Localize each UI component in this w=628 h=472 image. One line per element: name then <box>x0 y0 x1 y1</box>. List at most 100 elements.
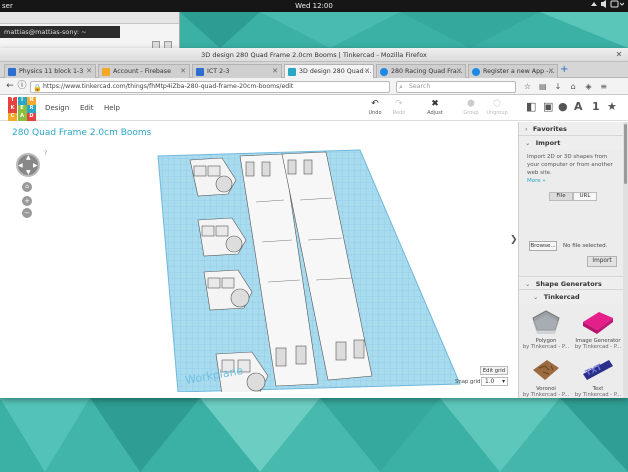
info-icon[interactable]: ⓘ <box>16 81 28 92</box>
tinkercad-logo[interactable]: T I N K E R C A D <box>8 97 36 121</box>
tab-label: Register a new App -... <box>483 68 555 75</box>
tab-register-app[interactable]: Register a new App -... ✕ <box>468 64 558 78</box>
favorites-header[interactable]: › Favorites <box>519 122 628 136</box>
number-icon[interactable]: 1 <box>592 100 600 114</box>
tab-physics[interactable]: Physics 11 block 1-3 ✕ <box>4 64 96 78</box>
snap-grid-select[interactable]: 1.0 ▾ <box>481 377 508 386</box>
system-status-icons <box>591 0 625 8</box>
close-window-icon[interactable]: ✕ <box>614 50 624 60</box>
panel-scrollbar[interactable] <box>623 122 628 398</box>
view-navigation-control[interactable]: ▲ ▼ ◀ ▶ <box>16 153 40 177</box>
chevron-down-icon: ⌄ <box>525 280 531 288</box>
help-icon[interactable]: ? <box>44 150 47 157</box>
back-icon[interactable]: ← <box>4 81 16 92</box>
ungroup-icon: ⬡ <box>493 99 501 109</box>
sidebar-toggle[interactable]: ❯ <box>510 233 518 247</box>
favicon-icon <box>288 68 296 76</box>
edit-grid-button[interactable]: Edit grid <box>480 366 508 375</box>
tab-label: Physics 11 block 1-3 <box>19 68 84 75</box>
import-description: Import 2D or 3D shapes from your compute… <box>527 154 613 184</box>
home-icon[interactable]: ⌂ <box>568 81 579 92</box>
window-title: 3D design 280 Quad Frame 2.0cm Booms | T… <box>201 51 427 59</box>
system-menu-icons[interactable] <box>590 0 625 12</box>
clock[interactable]: Wed 12:00 <box>0 0 628 12</box>
redo-button[interactable]: ↷ Redo <box>388 99 410 116</box>
polygon-shape-icon <box>532 310 560 334</box>
tab-label: 3D design 280 Quad ... <box>299 68 372 75</box>
close-tab-icon[interactable]: ✕ <box>86 65 92 78</box>
navigation-bar: ← ⓘ 🔒 https://www.tinkercad.com/things/f… <box>0 78 628 95</box>
close-tab-icon[interactable]: ✕ <box>180 65 186 78</box>
group-icon: ⬢ <box>467 99 475 109</box>
chevron-down-icon: ⌄ <box>525 139 531 147</box>
generator-text[interactable]: TXT Text by Tinkercad - P... <box>573 356 623 398</box>
zoom-out-icon[interactable]: − <box>22 208 32 218</box>
search-placeholder: Search <box>409 83 431 90</box>
reader-icon[interactable]: ▤ <box>537 81 548 92</box>
tinkercad-generators-header[interactable]: ⌄ Tinkercad <box>519 290 624 304</box>
arrow-up-icon[interactable]: ▲ <box>26 154 31 161</box>
adjust-icon: ✖ <box>431 99 439 109</box>
more-link[interactable]: More » <box>527 178 546 184</box>
top-bar: ser Wed 12:00 <box>0 0 628 12</box>
lock-icon: 🔒 <box>33 84 42 92</box>
arrow-down-icon[interactable]: ▼ <box>26 169 31 176</box>
search-icon: ⌕ <box>399 83 403 91</box>
background-terminal-window[interactable]: mattias@mattias-sony: ~ <box>0 12 180 52</box>
tab-label: ICT 2-3 <box>207 68 230 75</box>
chevron-down-icon: ⌄ <box>533 293 539 301</box>
search-input[interactable]: ⌕ Search <box>396 81 516 93</box>
file-tab[interactable]: File <box>549 192 573 201</box>
design-title[interactable]: 280 Quad Frame 2.0cm Booms <box>12 128 151 138</box>
close-tab-icon[interactable]: ✕ <box>548 65 554 78</box>
box-shape-icon[interactable]: ◧ <box>526 100 536 114</box>
shape-generators-header[interactable]: ⌄ Shape Generators <box>519 276 624 290</box>
cube-icon[interactable]: ▣ <box>543 100 553 114</box>
home-view-icon[interactable]: ⌂ <box>22 182 32 192</box>
workplane-canvas[interactable]: Workplane <box>0 122 514 392</box>
menu-design[interactable]: Design <box>45 104 69 112</box>
generator-polygon[interactable]: Polygon by Tinkercad - P... <box>521 308 571 350</box>
generator-image[interactable]: Image Generator by Tinkercad - P... <box>573 308 623 350</box>
zoom-in-icon[interactable]: + <box>22 196 32 206</box>
close-tab-icon[interactable]: ✕ <box>456 65 462 78</box>
bg-window-row: mattias@mattias-sony: ~ <box>0 26 120 38</box>
bg-window-titlebar <box>0 12 179 24</box>
new-tab-button[interactable]: + <box>560 65 568 75</box>
generator-voronoi[interactable]: Voronoi by Tinkercad - P... <box>521 356 571 398</box>
tab-firebase[interactable]: Account - Firebase ✕ <box>98 64 190 78</box>
scrollbar-thumb[interactable] <box>624 124 627 184</box>
download-icon[interactable]: ↓ <box>552 81 563 92</box>
tab-3d-design[interactable]: 3D design 280 Quad ... ✕ <box>284 64 374 78</box>
star-shape-icon[interactable]: ★ <box>607 100 617 114</box>
browse-button[interactable]: Browse... <box>529 241 557 251</box>
chevron-right-icon: › <box>525 125 528 133</box>
adjust-button[interactable]: ✖ Adjust <box>424 99 446 116</box>
menu-help[interactable]: Help <box>104 104 120 112</box>
pocket-icon[interactable]: ◈ <box>583 81 594 92</box>
menu-edit[interactable]: Edit <box>80 104 94 112</box>
import-button[interactable]: Import <box>587 256 617 267</box>
text-shape-icon: TXT <box>583 360 613 380</box>
arrow-right-icon[interactable]: ▶ <box>33 162 38 169</box>
arrow-left-icon[interactable]: ◀ <box>18 162 23 169</box>
url-tab[interactable]: URL <box>573 192 597 201</box>
tinkercad-header: T I N K E R C A D Design Edit Help ↶ Und… <box>0 95 628 121</box>
snap-grid-label: Snap grid <box>455 379 481 385</box>
ungroup-button[interactable]: ⬡ Ungroup <box>486 99 508 116</box>
tab-racing-quad[interactable]: 280 Racing Quad Fra... ✕ <box>376 64 466 78</box>
group-button[interactable]: ⬢ Group <box>460 99 482 116</box>
close-tab-icon[interactable]: ✕ <box>364 65 370 78</box>
design-viewport[interactable]: Workplane 280 Quad Frame 2.0cm Booms ? ▲… <box>0 122 514 392</box>
undo-button[interactable]: ↶ Undo <box>364 99 386 116</box>
menu-icon[interactable]: ≡ <box>598 81 609 92</box>
import-header[interactable]: ⌄ Import <box>519 136 628 150</box>
sphere-icon[interactable]: ● <box>558 100 568 114</box>
close-tab-icon[interactable]: ✕ <box>272 65 278 78</box>
volume-icon <box>601 2 603 6</box>
star-icon[interactable]: ☆ <box>522 81 533 92</box>
tab-ict[interactable]: ICT 2-3 ✕ <box>192 64 282 78</box>
text-icon[interactable]: A <box>574 100 583 114</box>
url-bar[interactable]: 🔒 https://www.tinkercad.com/things/fhMtp… <box>30 81 390 93</box>
shapes-panel: › Favorites ⌄ Import Import 2D or 3D sha… <box>518 122 628 398</box>
